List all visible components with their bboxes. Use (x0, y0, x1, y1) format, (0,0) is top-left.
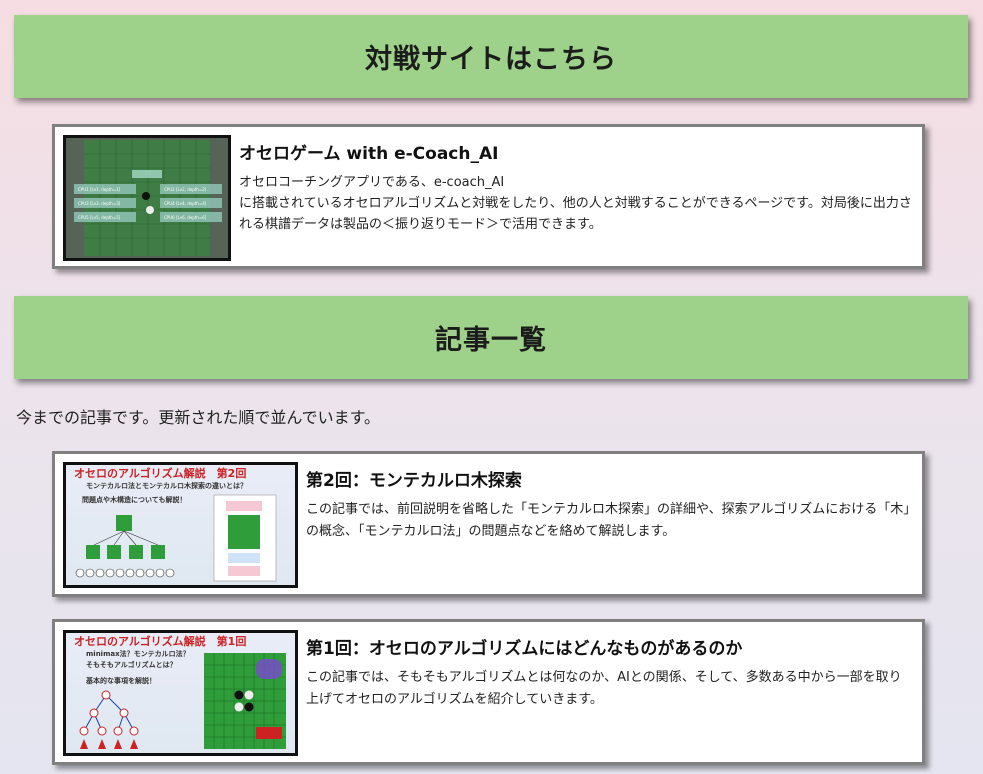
algorithm-article-thumbnail: オセロのアルゴリズム解説 第2回 モンテカルロ法とモンテカルロ木探索の違いとは？… (66, 465, 295, 585)
battle-site-title[interactable]: オセロゲーム with e-Coach_AI (239, 139, 912, 164)
article-description: この記事では、前回説明を省略した「モンテカルロ木探索」の詳細や、探索アルゴリズム… (306, 502, 910, 539)
cpu-label: CPU3 [Lv3, depth=3] (78, 201, 121, 206)
othello-board-thumbnail: CPU1 [Lv1, depth=1] CPU2 [Lv2, depth=2] … (66, 138, 228, 258)
cpu-label: CPU4 [Lv4, depth=4] (164, 201, 207, 206)
article-thumbnail[interactable]: オセロのアルゴリズム解説 第1回 minimax法？モンテカルロ法？ そもそもア… (63, 630, 298, 756)
article-description: この記事では、そもそもアルゴリズムとは何なのか、AIとの関係、そして、多数ある中… (306, 670, 902, 707)
algorithm-article-thumbnail: オセロのアルゴリズム解説 第1回 minimax法？モンテカルロ法？ そもそもア… (66, 633, 295, 753)
cpu-label: CPU2 [Lv2, depth=2] (164, 187, 207, 192)
article-card[interactable]: オセロのアルゴリズム解説 第1回 minimax法？モンテカルロ法？ そもそもア… (52, 619, 925, 765)
articles-intro-text: 今までの記事です。更新された順で並んでいます。 (16, 408, 381, 427)
article-title[interactable]: 第1回：オセロのアルゴリズムにはどんなものがあるのか (306, 634, 912, 659)
tree-diagram-icon (75, 494, 277, 582)
article-thumbnail[interactable]: オセロのアルゴリズム解説 第2回 モンテカルロ法とモンテカルロ木探索の違いとは？… (63, 462, 298, 588)
battle-site-card[interactable]: CPU1 [Lv1, depth=1] CPU2 [Lv2, depth=2] … (52, 124, 925, 269)
battle-site-heading: 対戦サイトはこちら (365, 44, 617, 75)
battle-site-thumbnail[interactable]: CPU1 [Lv1, depth=1] CPU2 [Lv2, depth=2] … (63, 135, 231, 261)
battle-site-banner: 対戦サイトはこちら (14, 15, 968, 98)
cpu-label: CPU6 [Lv6, depth=6] (164, 215, 207, 220)
articles-banner: 記事一覧 (14, 296, 968, 379)
article-title[interactable]: 第2回：モンテカルロ木探索 (306, 466, 912, 491)
cpu-label: CPU1 [Lv1, depth=1] (78, 187, 121, 192)
cpu-label: CPU5 [Lv5, depth=5] (78, 215, 121, 220)
article-card[interactable]: オセロのアルゴリズム解説 第2回 モンテカルロ法とモンテカルロ木探索の違いとは？… (52, 451, 925, 597)
minimax-tree-icon (79, 653, 286, 749)
battle-site-description: オセロコーチングアプリである、e-coach_AI に搭載されているオセロアルゴ… (239, 175, 912, 232)
articles-heading: 記事一覧 (435, 325, 547, 356)
